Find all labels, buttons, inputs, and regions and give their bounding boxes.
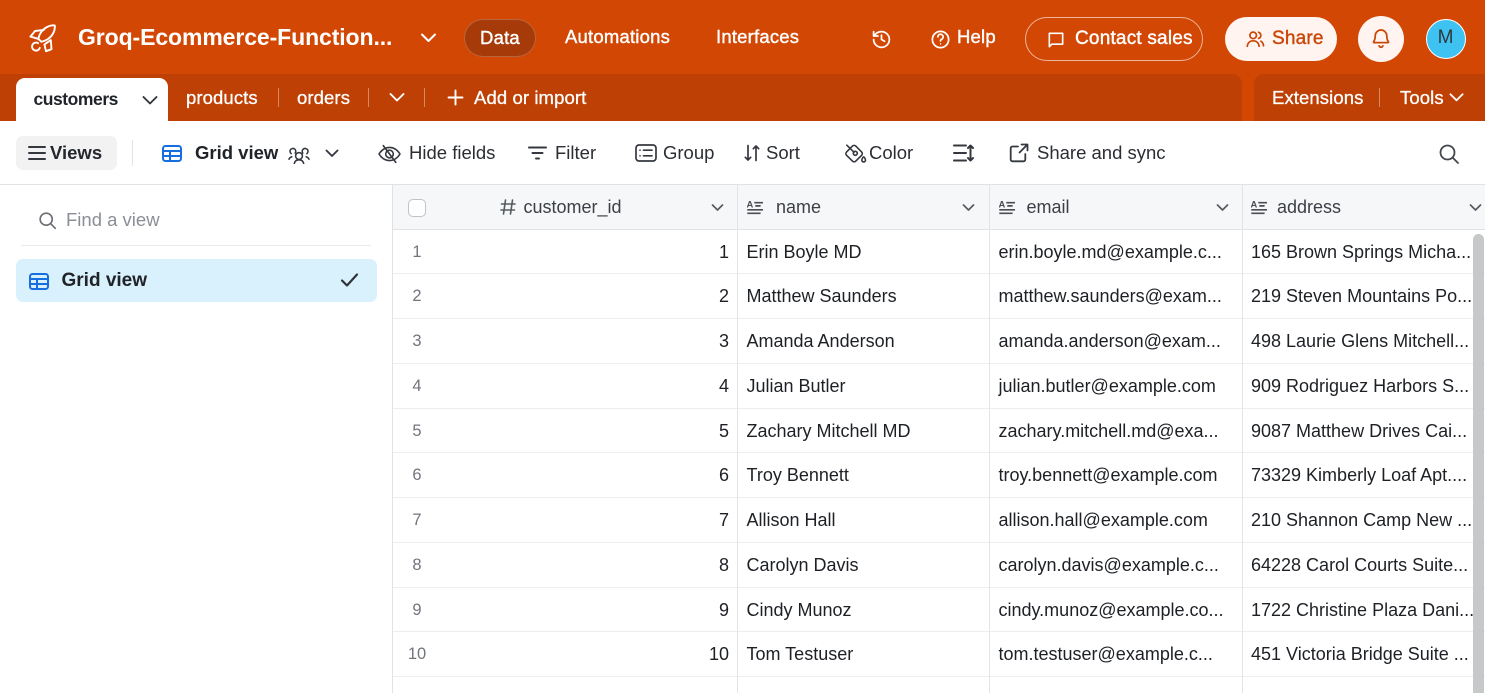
- svg-text:A: A: [999, 200, 1006, 210]
- svg-text:A: A: [747, 200, 754, 210]
- svg-text:A: A: [1251, 200, 1258, 210]
